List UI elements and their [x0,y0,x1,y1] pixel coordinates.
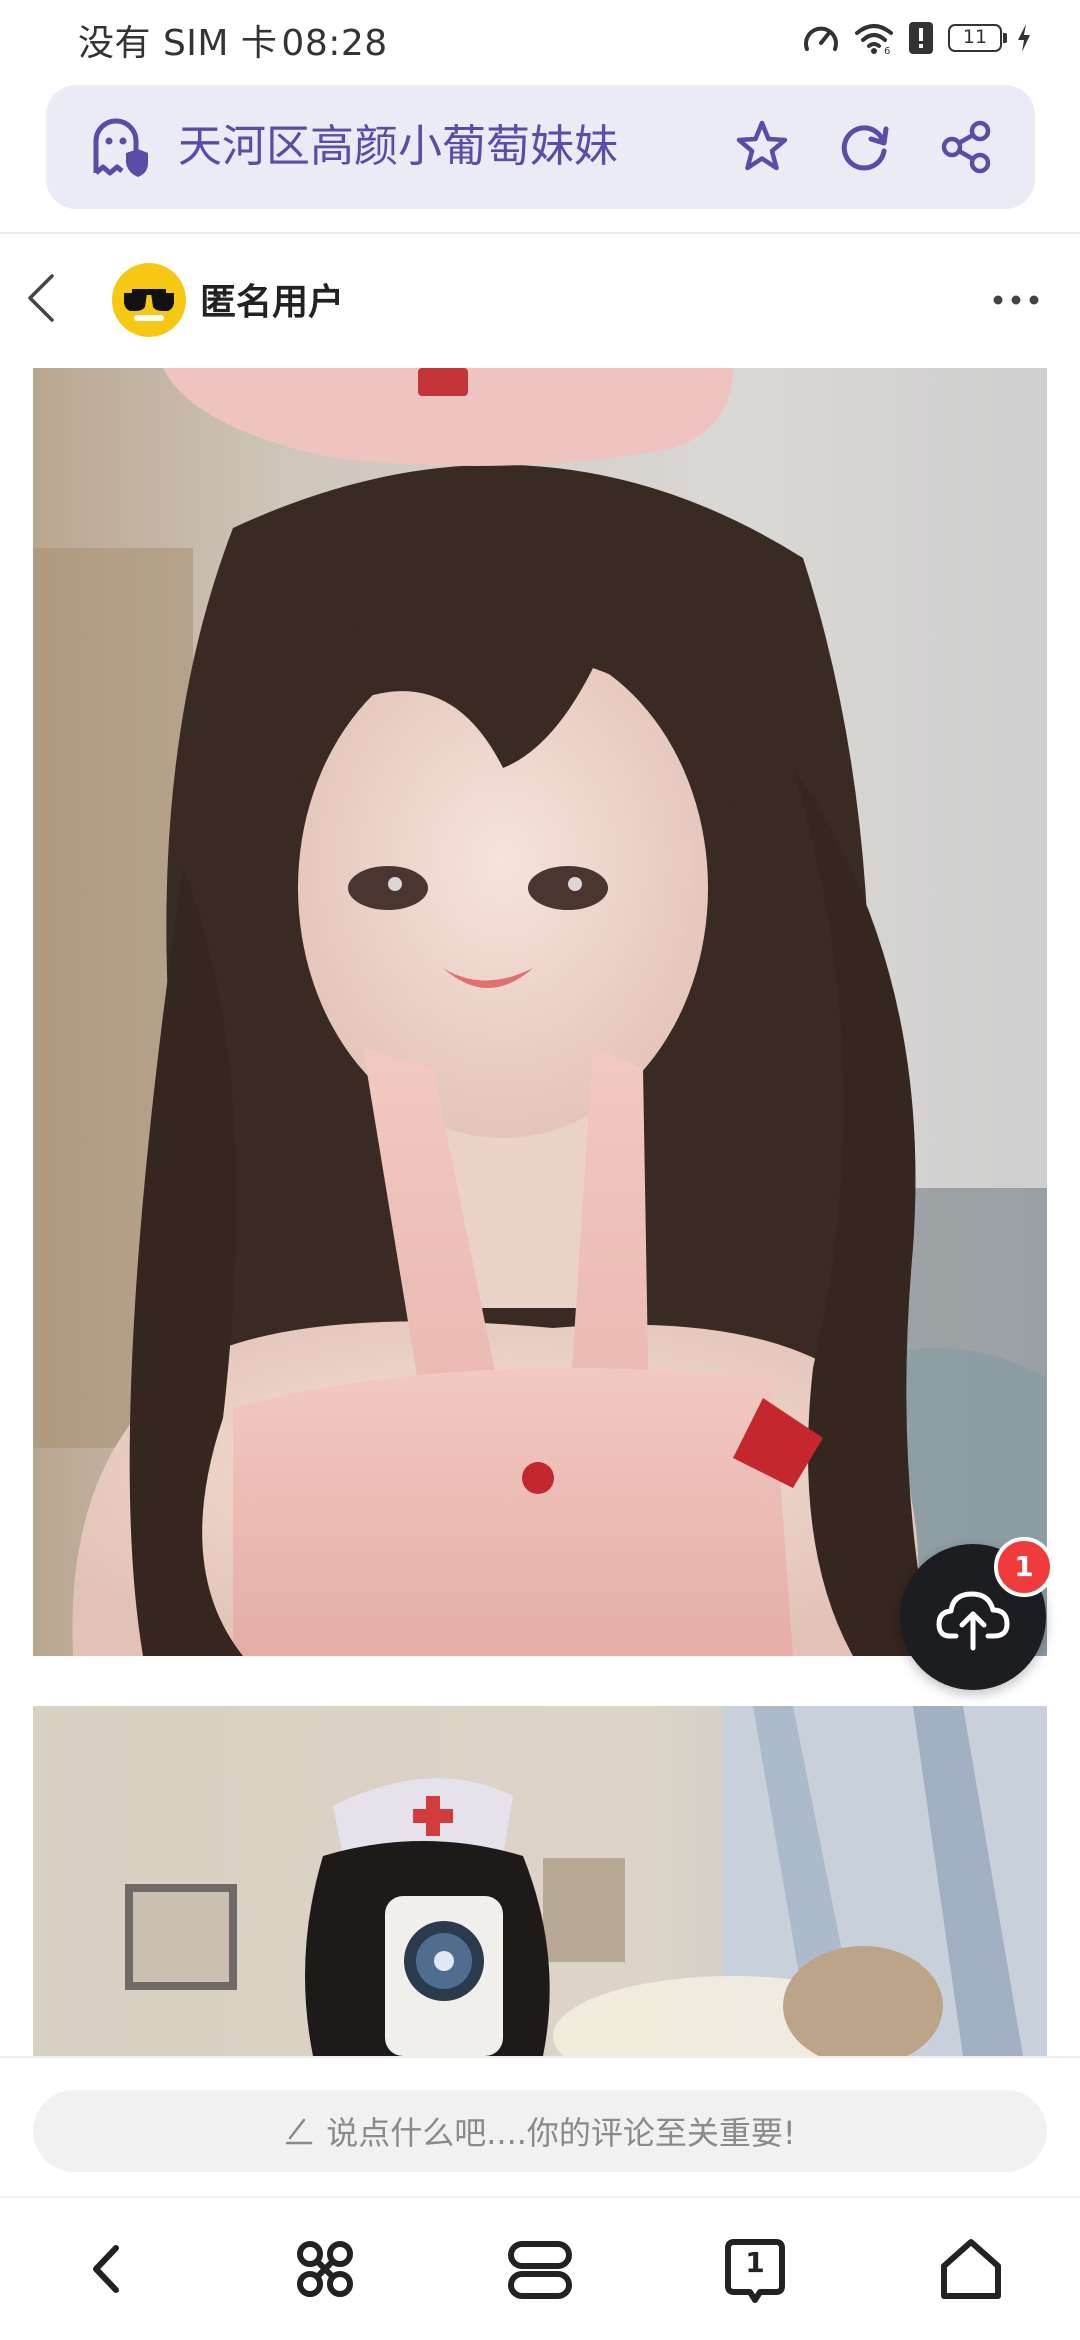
svg-text:6: 6 [884,46,890,55]
more-icon[interactable] [992,290,1040,310]
battery-icon: 11 [948,24,1007,52]
status-left: 没有 SIM 卡 08:28 [78,14,388,66]
sunglasses-icon [124,289,174,321]
alert-icon [909,22,933,54]
charging-icon [1018,24,1030,52]
author-name[interactable]: 匿名用户 [200,273,344,325]
post-photo[interactable] [33,368,1047,1656]
bottom-nav: 1 [0,2198,1080,2340]
pen-icon [285,2118,313,2145]
refresh-icon[interactable] [834,117,894,177]
header-divider [0,232,1080,234]
page-title[interactable]: 天河区高颜小葡萄妹妹 [178,85,618,209]
carrier-text: 没有 SIM 卡 [78,23,278,64]
ghost-shield-icon[interactable] [86,115,150,179]
share-icon[interactable] [936,117,996,177]
post-photo[interactable] [33,1706,1047,2056]
upload-badge: 1 [994,1537,1054,1597]
comment-input[interactable]: 说点什么吧....你的评论至关重要! [33,2090,1047,2172]
clock: 08:28 [281,23,388,64]
avatar[interactable] [112,263,186,337]
comment-bar: 说点什么吧....你的评论至关重要! [0,2056,1080,2198]
back-icon[interactable] [22,270,62,326]
nav-back-icon[interactable] [72,2234,142,2304]
star-icon[interactable] [732,117,792,177]
screen: 没有 SIM 卡 08:28 6 11 天河区高颜小葡萄妹妹 匿名用户 1 说点… [0,0,1080,2340]
photo-image [33,368,1047,1656]
wifi-icon: 6 [855,24,893,55]
tab-count: 1 [745,2246,765,2279]
tabs-icon[interactable] [505,2234,575,2304]
photo-image [33,1706,1047,2056]
tab-count-button[interactable]: 1 [720,2234,790,2304]
status-icons: 6 11 [802,16,1032,60]
home-icon[interactable] [936,2234,1006,2304]
status-bar: 没有 SIM 卡 08:28 6 11 [0,0,1080,75]
speed-icon [804,26,838,51]
features-icon[interactable] [290,2234,360,2304]
cloud-upload-icon [936,1591,1010,1651]
comment-placeholder: 说点什么吧....你的评论至关重要! [326,2114,796,2152]
address-bar[interactable]: 天河区高颜小葡萄妹妹 [46,85,1035,209]
